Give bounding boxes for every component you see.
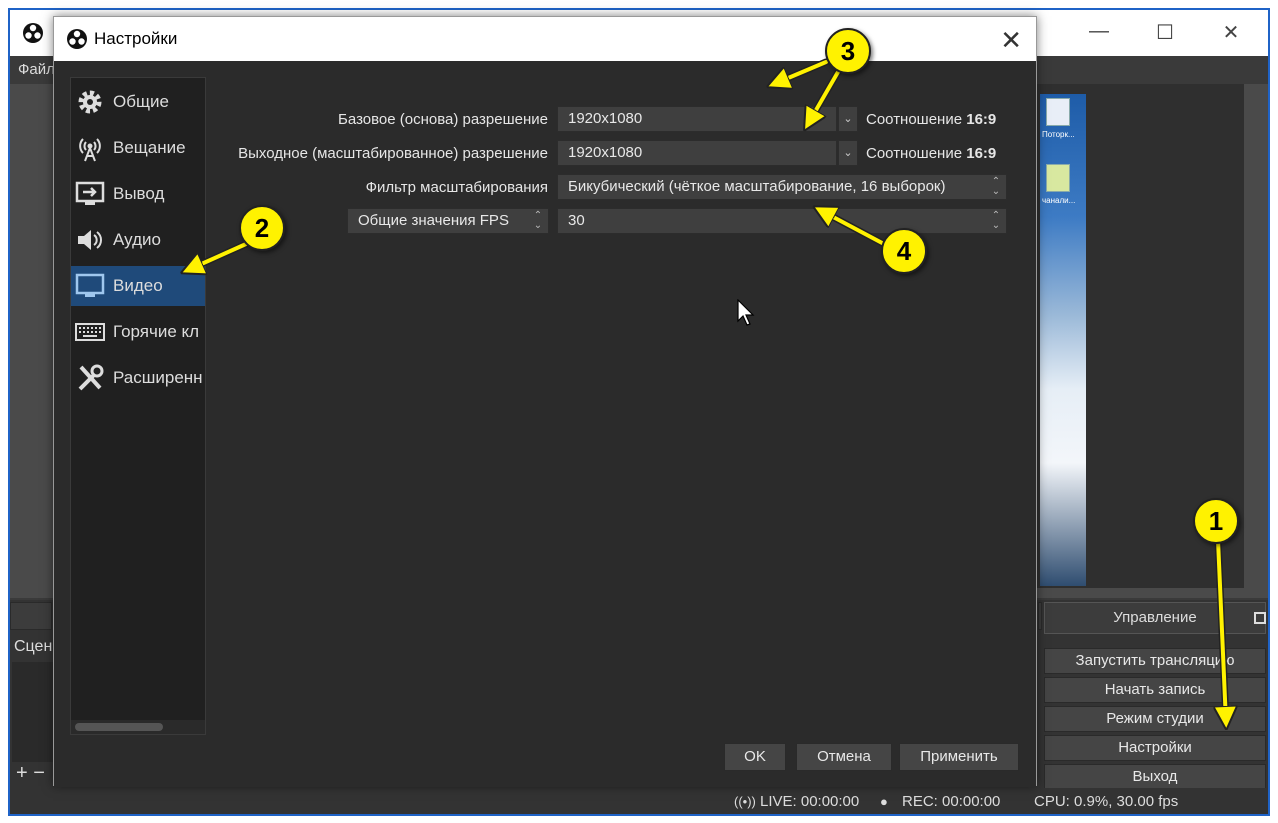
scale-filter-value: Бикубический (чёткое масштабирование, 16…	[568, 178, 946, 195]
add-scene-button[interactable]: +	[16, 762, 28, 784]
dialog-body: Общие Вещание Вывод Аудио Видео Горячие …	[54, 61, 1036, 787]
ratio-prefix: Соотношение	[866, 111, 963, 128]
menu-file[interactable]: Файл	[18, 61, 55, 78]
ratio-prefix: Соотношение	[866, 145, 963, 162]
dock-divider	[1038, 602, 1042, 630]
document-icon	[1046, 98, 1070, 126]
sidebar-item-label: Видео	[113, 276, 163, 295]
chevron-down-icon[interactable]: ⌄	[838, 106, 858, 132]
close-icon[interactable]: ✕	[1216, 20, 1246, 45]
dialog-title: Настройки	[94, 29, 178, 48]
scrollbar-thumb[interactable]	[75, 723, 163, 731]
start-recording-button[interactable]: Начать запись	[1044, 677, 1266, 703]
ratio-value: 16:9	[966, 145, 997, 162]
chevron-down-icon[interactable]: ⌄	[838, 140, 858, 166]
live-timer: LIVE: 00:00:00	[760, 793, 860, 810]
tools-icon	[78, 364, 104, 391]
scenes-label: Сцен	[14, 638, 53, 655]
gear-icon	[78, 90, 102, 114]
obs-logo-icon	[23, 23, 43, 43]
desktop-label: чанали...	[1042, 196, 1076, 205]
apply-button[interactable]: Применить	[899, 743, 1019, 771]
settings-sidebar: Общие Вещание Вывод Аудио Видео Горячие …	[70, 77, 206, 735]
scene-add-remove: + −	[16, 762, 45, 785]
fps-type-select[interactable]: Общие значения FPS ⌃ ⌄	[347, 208, 549, 234]
settings-button[interactable]: Настройки	[1044, 735, 1266, 761]
sidebar-item-label: Горячие кл	[113, 322, 200, 341]
sidebar-item-general[interactable]: Общие	[71, 82, 205, 122]
sidebar-item-label: Вывод	[113, 184, 165, 203]
cancel-button[interactable]: Отмена	[796, 743, 892, 771]
keyboard-icon	[75, 323, 105, 341]
settings-dialog: Настройки ✕ Общие Вещание Вывод Аудио Ви…	[53, 16, 1037, 787]
dialog-title-bar: Настройки ✕	[54, 17, 1036, 61]
updown-icon: ⌃ ⌄	[991, 176, 1001, 197]
minimize-icon[interactable]: —	[1084, 20, 1114, 43]
undock-icon[interactable]	[1254, 612, 1266, 624]
speaker-icon	[78, 230, 102, 250]
desktop-label: Поторк...	[1042, 130, 1075, 139]
annotation-badge-3: 3	[825, 28, 871, 74]
fps-value-select[interactable]: 30 ⌃ ⌄	[557, 208, 1007, 234]
desktop-capture-preview: Поторк... чанали...	[1040, 94, 1086, 586]
annotation-badge-1: 1	[1193, 498, 1239, 544]
app-icon	[1046, 164, 1070, 192]
sidebar-item-label: Вещание	[113, 138, 186, 157]
maximize-icon[interactable]: ☐	[1150, 20, 1180, 45]
rec-dot-icon: ●	[880, 794, 888, 809]
annotation-badge-2: 2	[239, 205, 285, 251]
base-resolution-label: Базовое (основа) разрешение	[338, 111, 548, 128]
monitor-icon	[75, 273, 105, 297]
scale-filter-select[interactable]: Бикубический (чёткое масштабирование, 16…	[557, 174, 1007, 200]
scenes-list[interactable]	[12, 662, 58, 762]
ok-button[interactable]: OK	[724, 743, 786, 771]
ratio-value: 16:9	[966, 111, 997, 128]
sidebar-item-label: Общие	[113, 92, 169, 111]
cpu-usage: CPU: 0.9%, 30.00 fps	[1034, 793, 1179, 810]
output-aspect-ratio: Соотношение 16:9	[866, 145, 996, 162]
dialog-close-icon[interactable]: ✕	[1000, 25, 1022, 56]
sidebar-item-audio[interactable]: Аудио	[71, 220, 205, 260]
sidebar-item-output[interactable]: Вывод	[71, 174, 205, 214]
exit-button[interactable]: Выход	[1044, 764, 1266, 790]
sidebar-item-video[interactable]: Видео	[71, 266, 205, 306]
sidebar-scrollbar[interactable]	[71, 720, 205, 734]
updown-icon: ⌃ ⌄	[991, 210, 1001, 231]
base-aspect-ratio: Соотношение 16:9	[866, 111, 996, 128]
sidebar-item-label: Расширенн	[113, 368, 203, 387]
sidebar-item-stream[interactable]: Вещание	[71, 128, 205, 168]
scenes-dock-header	[10, 602, 52, 630]
sidebar-item-hotkeys[interactable]: Горячие кл	[71, 312, 205, 352]
sidebar-item-advanced[interactable]: Расширенн	[71, 358, 205, 398]
rec-timer: REC: 00:00:00	[902, 793, 1001, 810]
controls-dock-title: Управление	[1044, 602, 1266, 634]
output-resolution-label: Выходное (масштабированное) разрешение	[238, 145, 548, 162]
fps-type-value: Общие значения FPS	[358, 212, 509, 229]
scale-filter-label: Фильтр масштабирования	[365, 179, 548, 196]
output-icon	[75, 181, 105, 205]
annotation-badge-4: 4	[881, 228, 927, 274]
obs-logo-icon	[67, 29, 87, 49]
start-streaming-button[interactable]: Запустить трансляцию	[1044, 648, 1266, 674]
fps-value: 30	[568, 212, 585, 229]
updown-icon: ⌃ ⌄	[533, 210, 543, 231]
remove-scene-button[interactable]: −	[33, 762, 45, 784]
base-resolution-combo[interactable]: 1920x1080	[557, 106, 837, 132]
status-bar: ((•)) LIVE: 00:00:00 ● REC: 00:00:00 CPU…	[10, 788, 1268, 814]
screen: — ☐ ✕ Файл Поторк... чанали... Сцен + −	[0, 0, 1278, 823]
output-resolution-combo[interactable]: 1920x1080	[557, 140, 837, 166]
sidebar-item-label: Аудио	[113, 230, 161, 249]
broadcast-icon	[79, 138, 101, 162]
mouse-cursor-icon	[737, 299, 755, 326]
studio-mode-button[interactable]: Режим студии	[1044, 706, 1266, 732]
live-broadcast-icon: ((•))	[734, 794, 756, 809]
